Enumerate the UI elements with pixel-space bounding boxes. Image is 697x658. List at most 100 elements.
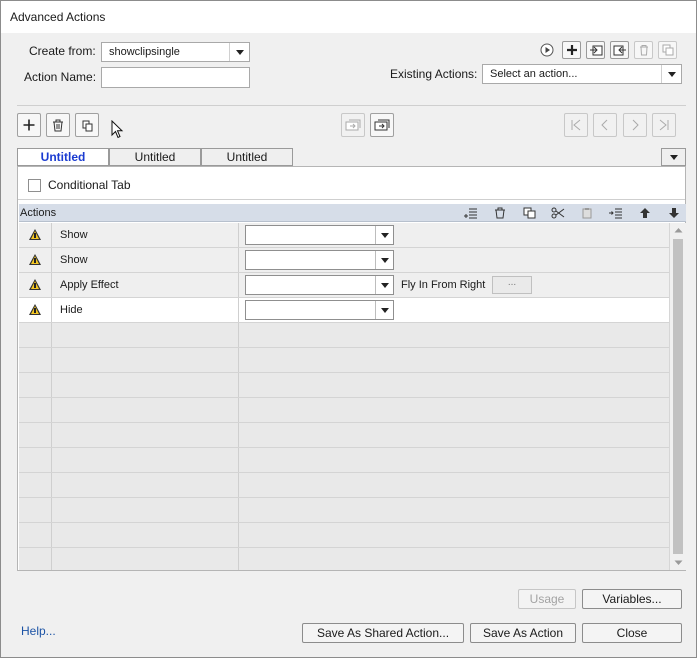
empty-row[interactable] bbox=[19, 523, 669, 548]
chevron-right-icon bbox=[632, 119, 639, 131]
chevron-down-icon bbox=[661, 65, 681, 83]
mouse-cursor-icon bbox=[111, 119, 124, 143]
last-tab-button[interactable] bbox=[652, 113, 676, 137]
scroll-down-icon[interactable] bbox=[674, 560, 683, 566]
import-action-button[interactable] bbox=[586, 41, 605, 59]
cut-icon[interactable] bbox=[551, 206, 565, 220]
chevron-down-icon bbox=[375, 276, 393, 294]
existing-actions-dropdown[interactable]: Select an action... bbox=[482, 64, 682, 84]
save-as-action-button[interactable]: Save As Action bbox=[470, 623, 576, 643]
close-button[interactable]: Close bbox=[582, 623, 682, 643]
action-name-input[interactable] bbox=[101, 67, 250, 88]
next-tab-button[interactable] bbox=[623, 113, 647, 137]
conditional-tab-label: Conditional Tab bbox=[48, 178, 131, 192]
trash-icon[interactable] bbox=[493, 206, 507, 220]
row-target-dropdown[interactable] bbox=[245, 300, 394, 320]
existing-actions-label: Existing Actions: bbox=[390, 67, 478, 81]
arrow-down-icon[interactable] bbox=[667, 206, 681, 220]
divider bbox=[18, 199, 685, 200]
usage-button[interactable]: Usage bbox=[518, 589, 576, 609]
empty-row[interactable] bbox=[19, 548, 669, 570]
tabs-menu-button[interactable] bbox=[661, 148, 686, 166]
copy-tab-button[interactable] bbox=[341, 113, 365, 137]
paste-tab-icon bbox=[374, 119, 390, 131]
chevron-down-icon bbox=[375, 226, 393, 244]
duplicate-icon bbox=[82, 120, 92, 131]
duplicate-action-button[interactable] bbox=[658, 41, 677, 59]
paste-tab-button[interactable] bbox=[370, 113, 394, 137]
scrollbar-thumb[interactable] bbox=[673, 239, 683, 554]
delete-action-button[interactable] bbox=[634, 41, 653, 59]
table-row[interactable]: Show bbox=[19, 248, 669, 273]
table-row[interactable]: Apply Effect Fly In From Right ... bbox=[19, 273, 669, 298]
duplicate-icon bbox=[662, 44, 673, 56]
action-name-cell: Hide bbox=[52, 298, 239, 322]
table-row[interactable]: Show bbox=[19, 223, 669, 248]
divider bbox=[17, 105, 686, 106]
variables-button[interactable]: Variables... bbox=[582, 589, 682, 609]
tab-content-panel: Conditional Tab Actions Show Show Apply … bbox=[17, 166, 686, 571]
plus-icon bbox=[23, 119, 35, 131]
empty-row[interactable] bbox=[19, 323, 669, 348]
effect-name: Fly In From Right bbox=[401, 279, 486, 291]
empty-row[interactable] bbox=[19, 473, 669, 498]
action-name-cell: Show bbox=[52, 223, 239, 247]
indent-icon[interactable] bbox=[609, 206, 623, 220]
empty-row[interactable] bbox=[19, 398, 669, 423]
title-bar: Advanced Actions bbox=[1, 1, 696, 33]
scroll-up-icon[interactable] bbox=[674, 227, 683, 233]
chevron-left-icon bbox=[601, 119, 608, 131]
row-target-dropdown[interactable] bbox=[245, 225, 394, 245]
conditional-tab-checkbox[interactable] bbox=[28, 179, 41, 192]
tab-untitled-2[interactable]: Untitled bbox=[109, 148, 201, 166]
row-target-dropdown[interactable] bbox=[245, 250, 394, 270]
first-tab-button[interactable] bbox=[564, 113, 588, 137]
first-icon bbox=[571, 119, 581, 131]
actions-header-label: Actions bbox=[20, 207, 57, 219]
arrow-up-icon[interactable] bbox=[638, 206, 652, 220]
empty-row[interactable] bbox=[19, 348, 669, 373]
save-as-shared-action-button[interactable]: Save As Shared Action... bbox=[302, 623, 464, 643]
vertical-scrollbar[interactable] bbox=[669, 223, 686, 570]
advanced-actions-dialog: Advanced Actions Create from: showclipsi… bbox=[0, 0, 697, 658]
preview-play-icon[interactable] bbox=[540, 43, 554, 57]
empty-row[interactable] bbox=[19, 423, 669, 448]
copy-tab-icon bbox=[345, 119, 361, 131]
insert-row-icon[interactable] bbox=[464, 206, 478, 220]
add-tab-button[interactable] bbox=[17, 113, 41, 137]
previous-tab-button[interactable] bbox=[593, 113, 617, 137]
window-title: Advanced Actions bbox=[10, 10, 106, 24]
duplicate-tab-button[interactable] bbox=[75, 113, 99, 137]
action-name-cell: Show bbox=[52, 248, 239, 272]
chevron-down-icon bbox=[669, 155, 678, 160]
empty-row[interactable] bbox=[19, 498, 669, 523]
export-action-button[interactable] bbox=[610, 41, 629, 59]
effect-options-button[interactable]: ... bbox=[492, 276, 532, 294]
help-link[interactable]: Help... bbox=[21, 624, 56, 638]
tab-untitled-3[interactable]: Untitled bbox=[201, 148, 293, 166]
create-from-dropdown[interactable]: showclipsingle bbox=[101, 42, 250, 62]
chevron-down-icon bbox=[375, 251, 393, 269]
table-row[interactable]: Hide bbox=[19, 298, 669, 323]
paste-icon[interactable] bbox=[580, 206, 594, 220]
existing-actions-value: Select an action... bbox=[490, 68, 578, 80]
trash-icon bbox=[639, 45, 648, 56]
warning-icon bbox=[29, 254, 41, 265]
actions-header-bar: Actions bbox=[19, 204, 686, 222]
warning-icon bbox=[29, 279, 41, 290]
delete-tab-button[interactable] bbox=[46, 113, 70, 137]
export-icon bbox=[613, 45, 626, 56]
empty-row[interactable] bbox=[19, 448, 669, 473]
action-name-cell: Apply Effect bbox=[52, 273, 239, 297]
create-from-label: Create from: bbox=[29, 44, 96, 58]
tab-untitled-1[interactable]: Untitled bbox=[17, 148, 109, 166]
action-name-label: Action Name: bbox=[24, 70, 97, 84]
chevron-down-icon bbox=[229, 43, 249, 61]
copy-icon[interactable] bbox=[522, 206, 536, 220]
empty-row[interactable] bbox=[19, 373, 669, 398]
warning-icon bbox=[29, 304, 41, 315]
chevron-down-icon bbox=[375, 301, 393, 319]
add-action-button[interactable] bbox=[562, 41, 581, 59]
row-target-dropdown[interactable] bbox=[245, 275, 394, 295]
create-from-value: showclipsingle bbox=[109, 46, 180, 58]
